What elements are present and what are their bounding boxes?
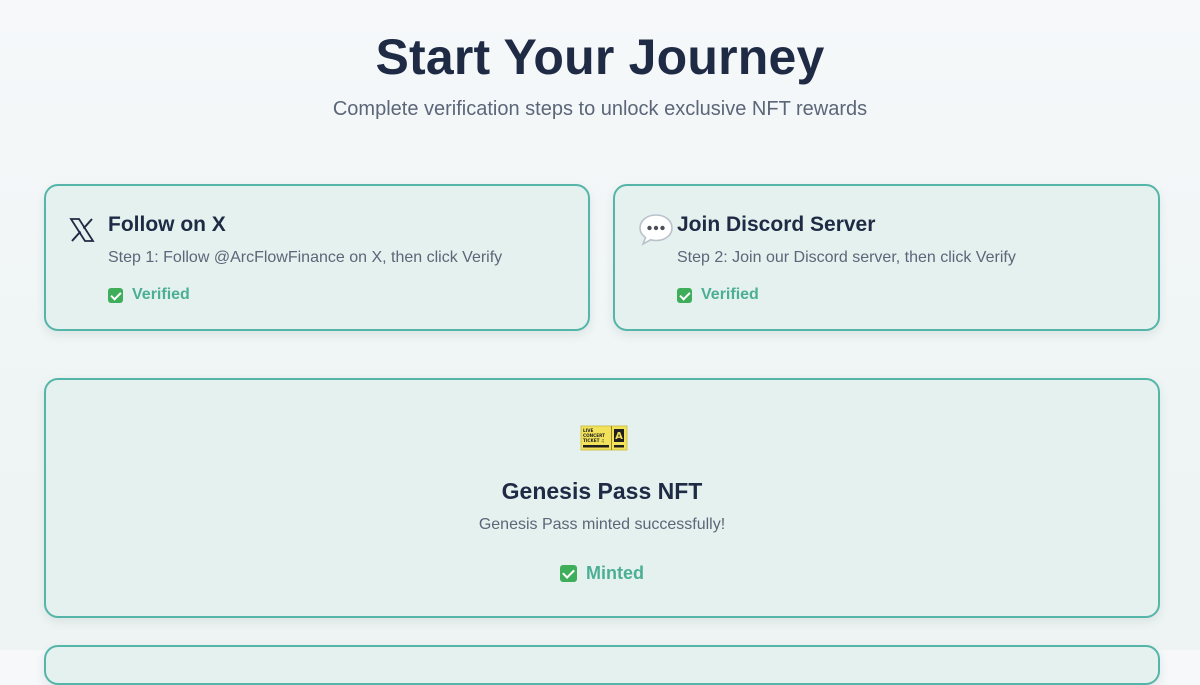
check-icon <box>677 287 692 303</box>
check-icon <box>560 564 577 582</box>
ticket-seat-letter: A <box>615 431 623 442</box>
ticket-text-line: TICKET ♫ <box>583 438 605 443</box>
step-description: Step 2: Join our Discord server, then cl… <box>677 249 1016 266</box>
step-title: Follow on X <box>108 213 226 236</box>
nft-card-genesis-pass: LIVE CONCERT TICKET ♫ A Genesis Pass NFT… <box>44 378 1160 618</box>
mint-status-badge: Minted <box>46 562 1158 584</box>
step-description: Step 1: Follow @ArcFlowFinance on X, the… <box>108 249 503 266</box>
next-card <box>44 645 1160 685</box>
status-label: Verified <box>701 286 759 303</box>
ticket-icon: LIVE CONCERT TICKET ♫ A <box>580 425 628 451</box>
nft-description: Genesis Pass minted successfully! <box>478 516 726 533</box>
status-label: Verified <box>132 286 190 303</box>
speech-bubble-icon <box>639 214 673 246</box>
page-subtitle: Complete verification steps to unlock ex… <box>332 98 868 120</box>
nft-title: Genesis Pass NFT <box>501 478 703 504</box>
page-title: Start Your Journey <box>375 29 825 85</box>
step-card-join-discord[interactable]: Join Discord Server Step 2: Join our Dis… <box>613 184 1160 331</box>
status-label: Minted <box>586 563 644 583</box>
step-title: Join Discord Server <box>677 213 876 236</box>
check-icon <box>108 287 123 303</box>
step-card-follow-x[interactable]: Follow on X Step 1: Follow @ArcFlowFinan… <box>44 184 590 331</box>
x-logo-icon <box>69 218 95 242</box>
status-badge: Verified <box>108 285 190 305</box>
status-badge: Verified <box>677 285 759 305</box>
